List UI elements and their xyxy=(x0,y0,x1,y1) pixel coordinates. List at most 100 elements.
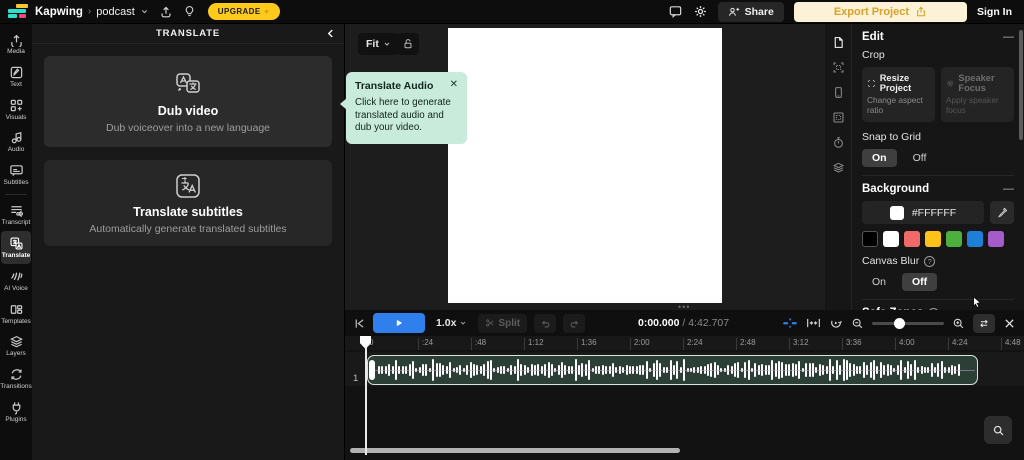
ideas-lightbulb-icon[interactable] xyxy=(183,5,196,18)
cursor-pointer xyxy=(972,296,982,308)
sidebar-item-visuals[interactable]: Visuals xyxy=(0,93,32,126)
project-menu-chevron-icon[interactable] xyxy=(140,7,149,16)
swatch-row xyxy=(862,231,1014,247)
tab-layers-icon[interactable] xyxy=(832,161,845,174)
color-swatch[interactable] xyxy=(862,231,878,247)
comments-icon[interactable] xyxy=(668,4,683,19)
tooltip-title: Translate Audio xyxy=(355,80,434,92)
skip-to-start-icon[interactable] xyxy=(353,317,366,330)
zoom-out-icon[interactable] xyxy=(851,317,864,330)
color-swatch[interactable] xyxy=(946,231,962,247)
eyedropper-button[interactable] xyxy=(990,201,1014,224)
audio-clip[interactable] xyxy=(367,355,978,385)
tooltip-close-icon[interactable]: ✕ xyxy=(450,80,458,90)
upload-project-icon[interactable] xyxy=(159,5,173,19)
color-swatch[interactable] xyxy=(925,231,941,247)
fit-timeline-icon[interactable] xyxy=(806,317,821,329)
undo-button[interactable] xyxy=(534,313,557,333)
color-swatch[interactable] xyxy=(883,231,899,247)
audio-icon xyxy=(9,130,24,145)
upgrade-button[interactable]: UPGRADE ✦ xyxy=(207,3,280,20)
collapse-panel-icon[interactable] xyxy=(325,27,336,40)
transitions-icon xyxy=(9,367,24,382)
track-row: 1 xyxy=(345,352,1024,386)
unlock-icon xyxy=(404,39,412,49)
dub-video-card[interactable]: Dub video Dub voiceover into a new langu… xyxy=(44,56,332,147)
tab-crop-icon[interactable] xyxy=(832,61,845,74)
translate-icon xyxy=(9,236,24,251)
blur-off-button[interactable]: Off xyxy=(902,273,938,291)
sidebar-item-layers[interactable]: Layers xyxy=(0,329,32,362)
timeline-ruler[interactable]: 0:24:48 1:12 1:36 2:00 2:24 2:48 3:12 3:36 4:00 4… xyxy=(345,336,1024,350)
share-button[interactable]: Share xyxy=(717,1,784,22)
tab-document-icon[interactable] xyxy=(832,36,845,49)
split-button[interactable]: Split xyxy=(478,313,528,333)
zoom-slider-thumb[interactable] xyxy=(893,317,905,329)
sidebar-item-transitions[interactable]: Transitions xyxy=(0,362,32,395)
canvas-blur-help-icon[interactable]: ? xyxy=(924,255,936,267)
collapse-edit-icon[interactable]: — xyxy=(1003,31,1014,43)
resize-project-button[interactable]: Resize Project Change aspect ratio xyxy=(862,67,935,122)
dub-video-icon xyxy=(172,70,204,100)
brand-name[interactable]: Kapwing xyxy=(35,6,83,18)
kapwing-editor: Kapwing › podcast UPGRADE ✦ Share Export … xyxy=(0,0,1024,460)
sidebar-item-text[interactable]: Text xyxy=(0,60,32,93)
lock-canvas-button[interactable] xyxy=(397,33,419,55)
clip-volume-line[interactable] xyxy=(370,370,975,371)
card-title: Translate subtitles xyxy=(133,205,243,219)
snap-on-button[interactable]: On xyxy=(862,149,897,167)
sidebar-item-label: Plugins xyxy=(5,415,27,423)
sidebar-item-translate[interactable]: Translate xyxy=(1,230,31,264)
translate-subtitles-icon xyxy=(173,171,203,201)
tab-device-icon[interactable] xyxy=(832,86,845,99)
sidebar-item-templates[interactable]: Templates xyxy=(0,297,32,330)
sign-in-link[interactable]: Sign In xyxy=(977,6,1012,18)
color-swatch[interactable] xyxy=(967,231,983,247)
share-person-icon xyxy=(728,7,739,16)
sidebar-item-subtitles[interactable]: Subtitles xyxy=(0,158,32,191)
sidebar-item-media[interactable]: Media xyxy=(0,27,32,60)
zoom-in-icon[interactable] xyxy=(952,317,965,330)
export-project-button[interactable]: Export Project xyxy=(793,1,967,22)
smart-tools-icon[interactable] xyxy=(782,317,798,329)
color-swatch[interactable] xyxy=(904,231,920,247)
snap-off-button[interactable]: Off xyxy=(903,149,937,167)
blur-on-button[interactable]: On xyxy=(862,273,896,291)
sidebar-item-audio[interactable]: Audio xyxy=(0,125,32,158)
edit-panel-scrollbar[interactable] xyxy=(1019,30,1023,140)
collapse-background-icon[interactable]: — xyxy=(1003,183,1014,195)
ruler-tick: 1:12 xyxy=(524,338,544,350)
sidebar-item-plugins[interactable]: Plugins xyxy=(0,395,32,428)
translate-subtitles-card[interactable]: Translate subtitles Automatically genera… xyxy=(44,160,332,246)
timeline-search-button[interactable] xyxy=(984,416,1012,444)
timeline-horizontal-scrollbar[interactable] xyxy=(350,448,680,453)
tab-timer-icon[interactable] xyxy=(832,136,845,149)
settings-gear-icon[interactable] xyxy=(693,4,708,19)
sidebar-item-transcript[interactable]: Transcript xyxy=(0,198,32,231)
breadcrumb-separator: › xyxy=(87,6,92,17)
color-swatch[interactable] xyxy=(988,231,1004,247)
video-canvas[interactable] xyxy=(448,28,722,303)
background-color-input[interactable]: #FFFFFF xyxy=(862,201,984,224)
swap-arrows-icon xyxy=(980,319,988,327)
zoom-fit-dropdown[interactable]: Fit xyxy=(358,33,399,55)
timeline-zoom-slider[interactable] xyxy=(871,317,944,329)
project-name[interactable]: podcast xyxy=(96,6,135,18)
playback-speed-dropdown[interactable]: 1.0x xyxy=(432,317,471,329)
loop-playback-icon[interactable] xyxy=(829,316,843,330)
expand-timeline-button[interactable] xyxy=(972,313,995,333)
redo-button[interactable] xyxy=(563,313,586,333)
tab-border-icon[interactable] xyxy=(832,111,845,124)
ruler-tick: :24 xyxy=(418,338,433,350)
ruler-tick: 3:36 xyxy=(842,338,862,350)
play-button[interactable] xyxy=(373,313,425,333)
kapwing-logo-icon[interactable] xyxy=(8,4,28,19)
card-subtitle: Dub voiceover into a new language xyxy=(105,121,271,134)
clip-trim-handle[interactable] xyxy=(369,360,375,380)
ruler-tick: 4:00 xyxy=(895,338,915,350)
playhead-line[interactable] xyxy=(365,336,367,455)
close-timeline-icon[interactable] xyxy=(1003,317,1016,330)
sidebar-item-ai-voice[interactable]: AI Voice xyxy=(0,264,32,297)
sidebar-item-label: Visuals xyxy=(5,113,27,121)
speaker-focus-button[interactable]: Speaker Focus Apply speaker focus xyxy=(941,67,1014,122)
